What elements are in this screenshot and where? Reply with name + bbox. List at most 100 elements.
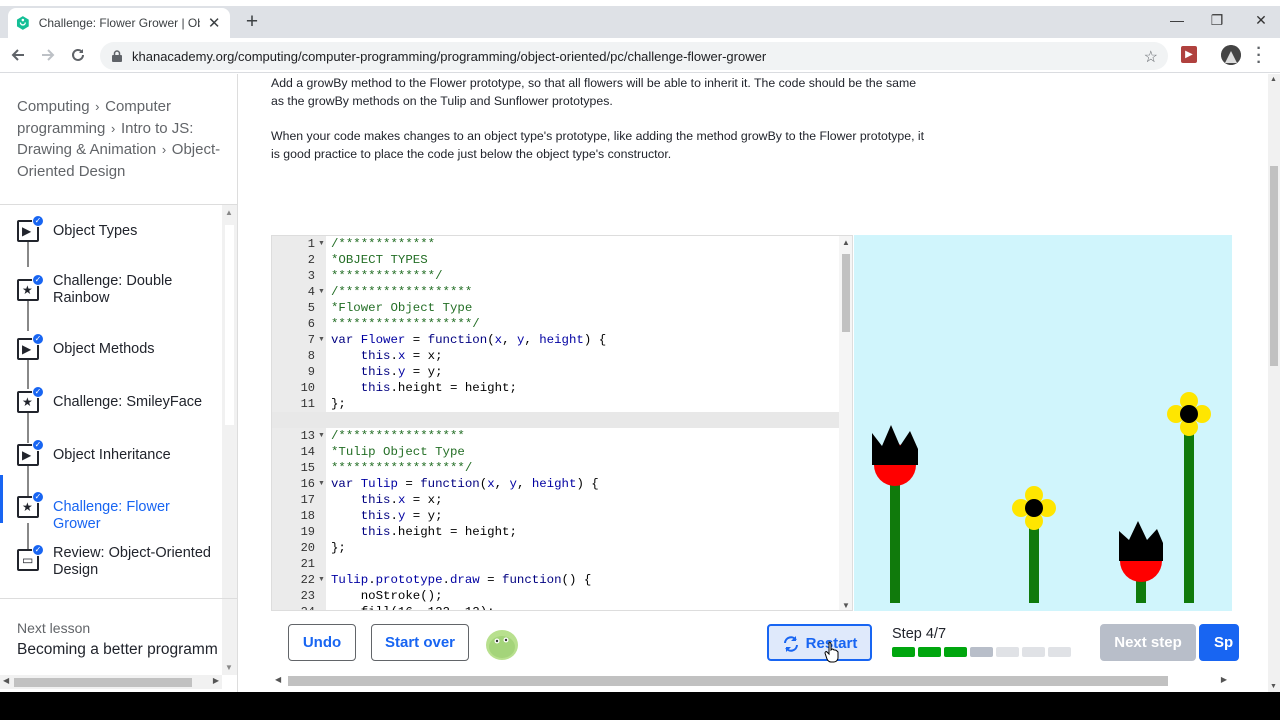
check-icon: ✓ [32, 274, 44, 286]
start-over-button[interactable]: Start over [371, 624, 469, 661]
window-close-button[interactable]: ✕ [1253, 12, 1269, 28]
back-arrow-icon[interactable] [8, 46, 28, 66]
fold-arrow-icon[interactable]: ▼ [318, 332, 325, 348]
browser-tab[interactable]: Challenge: Flower Grower | Object-Orient… [8, 8, 230, 38]
next-step-button[interactable]: Next step [1100, 624, 1196, 661]
tulip [1119, 521, 1163, 603]
minimize-button[interactable]: — [1169, 12, 1185, 28]
code-line[interactable]: Tulip.prototype.draw = function() { [331, 572, 591, 588]
code-line[interactable]: fill(16, 122, 12); [331, 604, 495, 610]
check-icon: ✓ [32, 544, 44, 556]
scroll-right-icon[interactable]: ▶ [213, 676, 219, 685]
sidebar-item-label: Object Types [53, 223, 138, 239]
breadcrumb-chevron-icon: › [158, 142, 170, 158]
sidebar-item-review-object-oriented-design[interactable]: ▭ ✓ Review: Object-Oriented Design [0, 537, 222, 583]
next-lesson[interactable]: Next lesson Becoming a better programmer [0, 598, 237, 668]
code-line[interactable]: noStroke(); [331, 588, 443, 604]
sidebar-item-label: Object Inheritance [53, 447, 171, 463]
sidebar-item-object-inheritance[interactable]: ▶ ✓ Object Inheritance [0, 435, 222, 475]
code-line[interactable]: this.y = y; [331, 364, 443, 380]
sidebar-item-object-methods[interactable]: ▶ ✓ Object Methods [0, 329, 222, 369]
fold-arrow-icon[interactable]: ▼ [318, 572, 325, 588]
sidebar-item-object-types[interactable]: ▶ ✓ Object Types [0, 211, 222, 251]
scroll-up-icon[interactable]: ▲ [1270, 76, 1277, 83]
scroll-right-icon[interactable]: ▶ [1221, 675, 1227, 684]
code-line[interactable]: *Tulip Object Type [331, 444, 465, 460]
maximize-button[interactable]: ❐ [1209, 12, 1225, 28]
sidebar-horizontal-scrollbar[interactable]: ◀ ▶ [0, 675, 222, 689]
address-bar[interactable]: khanacademy.org/computing/computer-progr… [100, 42, 1168, 70]
scroll-left-icon[interactable]: ◀ [3, 676, 9, 685]
code-line[interactable]: *******************/ [331, 316, 480, 332]
code-line[interactable]: this.height = height; [331, 524, 517, 540]
output-canvas[interactable] [854, 235, 1232, 611]
scroll-down-icon[interactable]: ▼ [1270, 683, 1277, 690]
fold-arrow-icon[interactable]: ▼ [318, 428, 325, 444]
scrollbar-thumb[interactable] [842, 254, 850, 332]
scrollbar-thumb[interactable] [14, 678, 192, 687]
sidebar-item-challenge-smileyface[interactable]: ★ ✓ Challenge: SmileyFace [0, 382, 222, 422]
line-number: 19 [300, 525, 315, 539]
reload-icon[interactable] [68, 46, 88, 66]
next-lesson-name[interactable]: Becoming a better programmer [17, 641, 217, 659]
code-line[interactable]: **************/ [331, 268, 443, 284]
code-line[interactable]: *OBJECT TYPES [331, 252, 428, 268]
line-number: 7 [307, 333, 315, 347]
code-line[interactable]: }; [331, 396, 346, 412]
scroll-down-icon[interactable]: ▼ [842, 601, 850, 610]
line-number: 17 [300, 493, 315, 507]
code-line[interactable]: *Flower Object Type [331, 300, 472, 316]
challenge-star-icon: ★ ✓ [17, 491, 44, 518]
fold-arrow-icon[interactable]: ▼ [318, 236, 325, 252]
bookmark-star-icon[interactable]: ☆ [1144, 47, 1158, 67]
new-tab-button[interactable]: + [242, 10, 262, 34]
fold-arrow-icon[interactable]: ▼ [318, 284, 325, 300]
sidebar-item-challenge-double-rainbow[interactable]: ★ ✓ Challenge: Double Rainbow [0, 267, 222, 313]
scroll-left-icon[interactable]: ◀ [275, 675, 281, 684]
fold-arrow-icon[interactable]: ▼ [318, 476, 325, 492]
code-line[interactable]: ******************/ [331, 460, 472, 476]
line-number: 21 [300, 557, 315, 571]
check-icon: ✓ [32, 439, 44, 451]
active-line-highlight [272, 412, 840, 428]
lesson-sidebar: Computing › Computer programming › Intro… [0, 74, 238, 692]
code-line[interactable]: this.x = x; [331, 492, 443, 508]
hand-cursor-icon [824, 641, 839, 663]
scrollbar-thumb[interactable] [288, 676, 1168, 686]
line-number: 11 [300, 397, 315, 411]
line-number: 22 [300, 573, 315, 587]
sidebar-item-challenge-flower-grower[interactable]: ★ ✓ Challenge: Flower Grower [0, 475, 222, 532]
page-scrollbar[interactable]: ▲ ▼ [1268, 74, 1280, 692]
breadcrumb-computing[interactable]: Computing [17, 98, 90, 115]
restart-button[interactable]: Restart [767, 624, 872, 661]
code-editor[interactable]: 1▼234▼567▼8910111213▼141516▼171819202122… [271, 235, 853, 611]
scroll-up-icon[interactable]: ▲ [225, 208, 233, 217]
editor-scrollbar[interactable]: ▲ ▼ [839, 236, 852, 610]
progress-segment [892, 647, 915, 657]
scroll-up-icon[interactable]: ▲ [842, 238, 850, 247]
code-line[interactable]: this.y = y; [331, 508, 443, 524]
line-number: 14 [300, 445, 315, 459]
check-icon: ✓ [32, 386, 44, 398]
code-line[interactable]: var Tulip = function(x, y, height) { [331, 476, 599, 492]
editor-horizontal-scrollbar[interactable]: ◀ ▶ [272, 674, 1230, 688]
code-line[interactable]: this.x = x; [331, 348, 443, 364]
start-button[interactable]: Sp [1199, 624, 1239, 661]
code-line[interactable]: /****************** [331, 284, 472, 300]
code-line[interactable]: /************* [331, 236, 435, 252]
scrollbar-thumb[interactable] [1270, 166, 1278, 366]
check-icon: ✓ [32, 491, 44, 503]
line-number: 4 [307, 285, 315, 299]
tab-close-icon[interactable]: ✕ [206, 14, 222, 32]
code-line[interactable]: /***************** [331, 428, 465, 444]
code-line[interactable]: }; [331, 540, 346, 556]
scrollbar-thumb[interactable] [225, 225, 234, 425]
profile-avatar[interactable] [1221, 45, 1241, 65]
browser-menu-icon[interactable]: · · · [1253, 41, 1265, 71]
browser-window: Challenge: Flower Grower | Object-Orient… [0, 0, 1280, 692]
code-line[interactable]: var Flower = function(x, y, height) { [331, 332, 606, 348]
pdf-extension-icon[interactable]: ▶ [1181, 46, 1197, 63]
code-line[interactable]: this.height = height; [331, 380, 517, 396]
forward-arrow-icon[interactable] [38, 46, 58, 66]
undo-button[interactable]: Undo [288, 624, 356, 661]
